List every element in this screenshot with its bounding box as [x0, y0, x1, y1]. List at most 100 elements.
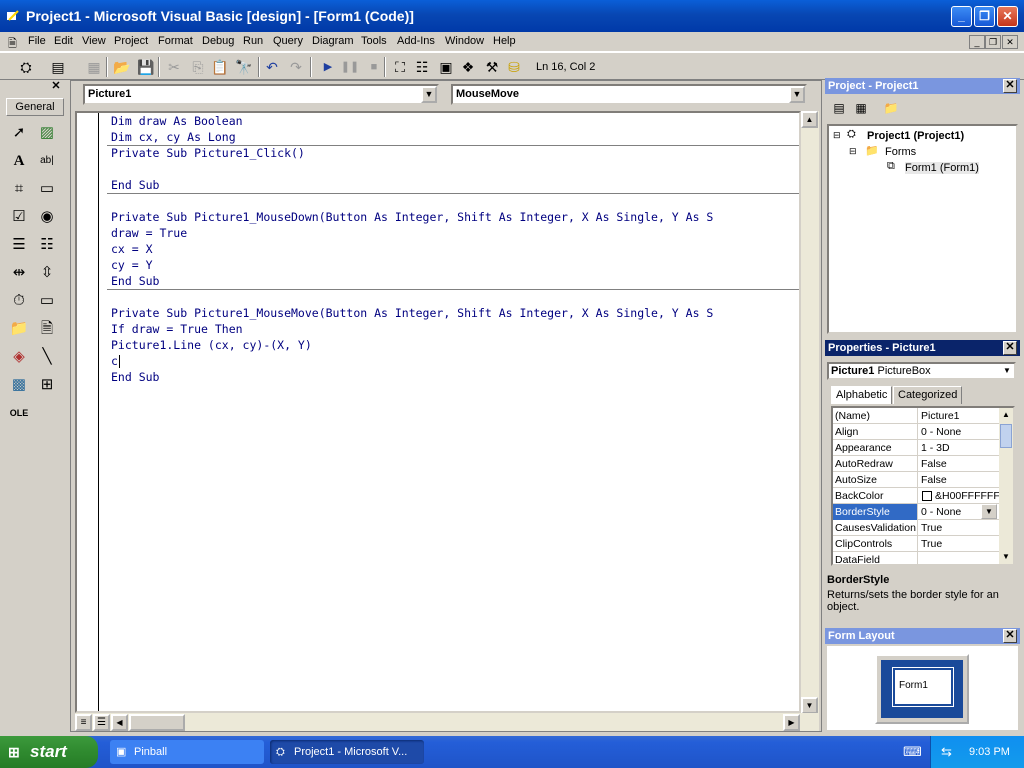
toolbox-icon[interactable]: ⚒ — [482, 57, 502, 77]
scroll-right-button[interactable]: ▶ — [783, 714, 800, 731]
menu-edit[interactable]: Edit — [54, 35, 73, 47]
project-explorer-titlebar[interactable]: Project - Project1 ✕ — [825, 78, 1020, 94]
collapse-icon[interactable]: ⊟ — [849, 146, 857, 157]
data-view-icon[interactable]: ⛁ — [504, 57, 524, 77]
menu-editor-icon[interactable]: ▦ — [84, 57, 104, 77]
cut-icon[interactable]: ✂ — [164, 57, 184, 77]
code-editor[interactable]: Dim draw As Boolean Dim cx, cy As Long P… — [75, 111, 801, 713]
copy-icon[interactable]: ⎘ — [188, 57, 208, 77]
property-value[interactable]: 0 - None — [919, 424, 999, 440]
mdi-minimize-button[interactable]: _ — [969, 35, 985, 49]
redo-icon[interactable]: ↷ — [286, 57, 306, 77]
property-row-selected[interactable]: BorderStyle 0 - None ▼ — [833, 504, 999, 520]
collapse-icon[interactable]: ⊟ — [833, 130, 841, 141]
image-tool-icon[interactable]: ▩ — [8, 374, 30, 396]
view-object-icon[interactable]: ▦ — [851, 98, 871, 118]
property-value[interactable] — [919, 552, 999, 564]
menu-query[interactable]: Query — [273, 35, 303, 47]
start-icon[interactable]: ▶ — [318, 57, 338, 77]
shape-tool-icon[interactable]: ◈ — [8, 346, 30, 368]
chevron-down-icon[interactable]: ▼ — [981, 504, 997, 519]
scroll-left-button[interactable]: ◀ — [111, 714, 128, 731]
listbox-tool-icon[interactable]: ☷ — [36, 234, 58, 256]
tab-alphabetic[interactable]: Alphabetic — [831, 386, 893, 404]
object-browser-icon[interactable]: ❖ — [458, 57, 478, 77]
menu-addins[interactable]: Add-Ins — [397, 35, 435, 47]
keyboard-icon[interactable]: ⌨ — [903, 744, 922, 760]
view-code-icon[interactable]: ▤ — [829, 98, 849, 118]
data-tool-icon[interactable]: ⊞ — [36, 374, 58, 396]
toolbox-general-tab[interactable]: General — [6, 98, 64, 116]
property-row[interactable]: CausesValidation True — [833, 520, 999, 536]
property-value[interactable]: False — [919, 472, 999, 488]
form-layout-titlebar[interactable]: Form Layout ✕ — [825, 628, 1020, 644]
close-button[interactable]: ✕ — [997, 6, 1018, 27]
property-row[interactable]: Appearance 1 - 3D — [833, 440, 999, 456]
break-icon[interactable]: ❚❚ — [340, 57, 360, 77]
project-explorer-close-button[interactable]: ✕ — [1003, 79, 1017, 93]
code-line[interactable]: Dim cx, cy As Long — [111, 129, 236, 145]
line-tool-icon[interactable]: ╲ — [36, 346, 58, 368]
scroll-up-button[interactable]: ▲ — [999, 408, 1013, 422]
code-line[interactable]: c — [111, 353, 118, 369]
filelistbox-tool-icon[interactable]: 🗎 — [36, 318, 58, 340]
menu-project[interactable]: Project — [114, 35, 148, 47]
network-icon[interactable]: ⇆ — [941, 736, 952, 768]
pointer-tool-icon[interactable]: ➚ — [8, 122, 30, 144]
picturebox-tool-icon[interactable]: ▨ — [36, 122, 58, 144]
paste-icon[interactable]: 📋 — [210, 57, 230, 77]
menu-diagram[interactable]: Diagram — [312, 35, 354, 47]
menu-format[interactable]: Format — [158, 35, 193, 47]
ole-tool-icon[interactable]: OLE — [8, 402, 30, 424]
property-value[interactable]: False — [919, 456, 999, 472]
property-value[interactable]: 1 - 3D — [919, 440, 999, 456]
properties-scrollbar[interactable]: ▲ ▼ — [999, 408, 1013, 564]
drivelistbox-tool-icon[interactable]: ▭ — [36, 290, 58, 312]
code-line[interactable]: End Sub — [111, 273, 159, 289]
property-row[interactable]: AutoRedraw False — [833, 456, 999, 472]
chevron-down-icon[interactable]: ▼ — [421, 86, 437, 103]
horizontal-scroll-thumb[interactable] — [129, 714, 185, 731]
property-value[interactable]: True — [919, 536, 999, 552]
menu-debug[interactable]: Debug — [202, 35, 234, 47]
menu-tools[interactable]: Tools — [361, 35, 387, 47]
code-line[interactable]: End Sub — [111, 369, 159, 385]
open-project-icon[interactable]: 📂 — [112, 57, 132, 77]
code-line[interactable]: cx = X — [111, 241, 153, 257]
property-value[interactable]: True — [919, 520, 999, 536]
scroll-thumb[interactable] — [1000, 424, 1012, 448]
tab-categorized[interactable]: Categorized — [893, 386, 963, 404]
code-line[interactable]: draw = True — [111, 225, 187, 241]
code-line[interactable]: If draw = True Then — [111, 321, 243, 337]
full-module-view-button[interactable]: ☰ — [93, 714, 110, 731]
form-layout-icon[interactable]: ▣ — [436, 57, 456, 77]
undo-icon[interactable]: ↶ — [262, 57, 282, 77]
procedure-combo[interactable]: MouseMove ▼ — [451, 84, 807, 105]
form-layout-close-button[interactable]: ✕ — [1003, 629, 1017, 643]
code-line[interactable]: cy = Y — [111, 257, 153, 273]
code-line[interactable]: Dim draw As Boolean — [111, 113, 243, 129]
code-line[interactable]: Picture1.Line (cx, cy)-(X, Y) — [111, 337, 312, 353]
scroll-up-button[interactable]: ▲ — [801, 111, 818, 128]
combobox-tool-icon[interactable]: ☰ — [8, 234, 30, 256]
mdi-close-button[interactable]: ✕ — [1002, 35, 1018, 49]
code-horizontal-scrollbar[interactable]: ≡ ☰ ◀ ▶ — [75, 713, 819, 731]
frame-tool-icon[interactable]: ⌗ — [8, 178, 30, 200]
menu-file[interactable]: File — [28, 35, 46, 47]
hscrollbar-tool-icon[interactable]: ⇹ — [8, 262, 30, 284]
textbox-tool-icon[interactable]: ab| — [36, 150, 58, 172]
tree-forms-folder[interactable]: Forms — [885, 146, 916, 158]
properties-object-combo[interactable]: Picture1 PictureBox ▼ — [827, 362, 1016, 380]
menu-run[interactable]: Run — [243, 35, 263, 47]
mdi-restore-button[interactable]: ❐ — [985, 35, 1001, 49]
taskbar-item-pinball[interactable]: ▣ Pinball — [110, 740, 264, 764]
code-line[interactable]: Private Sub Picture1_MouseMove(Button As… — [111, 305, 713, 321]
code-margin-bar[interactable] — [77, 113, 99, 711]
properties-close-button[interactable]: ✕ — [1003, 341, 1017, 355]
commandbutton-tool-icon[interactable]: ▭ — [36, 178, 58, 200]
property-row[interactable]: Align 0 - None — [833, 424, 999, 440]
chevron-down-icon[interactable]: ▼ — [1000, 364, 1014, 378]
start-button[interactable]: ⊞ start — [0, 736, 98, 768]
code-line[interactable]: Private Sub Picture1_Click() — [111, 145, 305, 161]
optionbutton-tool-icon[interactable]: ◉ — [36, 206, 58, 228]
